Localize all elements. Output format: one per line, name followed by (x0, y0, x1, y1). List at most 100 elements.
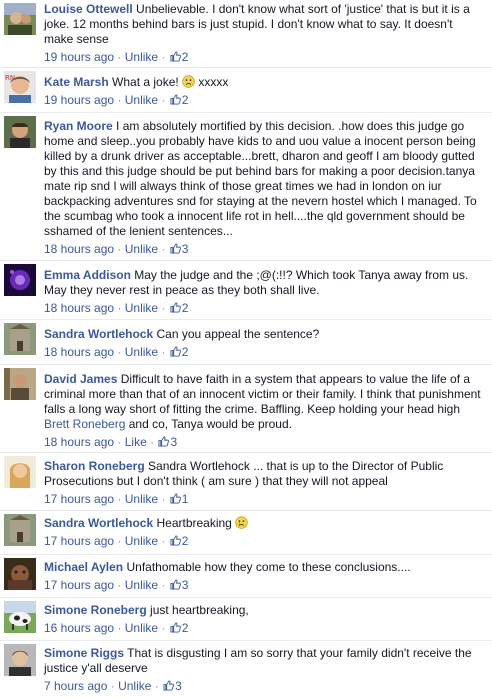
like-count[interactable]: 3 (169, 578, 188, 592)
comment-author[interactable]: Simone Riggs (44, 646, 124, 660)
like-count[interactable]: 3 (157, 435, 177, 449)
thumbs-up-icon (158, 436, 170, 447)
comment-content: Kate Marsh What a joke! xxxxx 19 hours a… (44, 75, 484, 108)
avatar[interactable] (4, 116, 36, 148)
avatar[interactable]: RN (4, 71, 36, 103)
unlike-button[interactable]: Unlike (125, 492, 158, 506)
comment-author[interactable]: Sandra Wortlehock (44, 516, 153, 530)
timestamp-link[interactable]: 19 hours ago (44, 93, 114, 107)
comment-meta: 17 hours ago · Unlike · 3 (44, 578, 189, 592)
thumbs-up-icon (170, 579, 181, 590)
like-count[interactable]: 2 (169, 301, 188, 315)
comment-meta: 18 hours ago · Unlike · 3 (44, 242, 189, 256)
unlike-button[interactable]: Unlike (125, 621, 158, 635)
comment-text-after: and co, Tanya would be proud. (128, 417, 292, 431)
comment-content: Sandra Wortlehock Heartbreaking 17 hours… (44, 516, 484, 549)
comment-content: Michael Aylen Unfathomable how they come… (44, 560, 484, 593)
comment-item: Louise Ottewell Unbelievable. I don't kn… (0, 0, 492, 68)
unlike-button[interactable]: Unlike (125, 534, 158, 548)
avatar[interactable] (4, 368, 36, 400)
avatar[interactable] (4, 264, 36, 296)
comment-author[interactable]: Simone Roneberg (44, 603, 147, 617)
comment-text: Heartbreaking (156, 516, 232, 530)
unlike-button[interactable]: Unlike (125, 345, 158, 359)
timestamp-link[interactable]: 19 hours ago (44, 50, 114, 64)
comment-author[interactable]: Kate Marsh (44, 75, 109, 89)
like-count[interactable]: 2 (169, 621, 188, 635)
comment-item: Simone Riggs That is disgusting I am so … (0, 641, 492, 698)
comment-author[interactable]: Michael Aylen (44, 560, 123, 574)
thumbs-up-icon (170, 493, 181, 504)
comment-content: Sandra Wortlehock Can you appeal the sen… (44, 327, 484, 360)
thumbs-up-icon (170, 346, 181, 357)
comment-author[interactable]: David James (44, 372, 117, 386)
like-count[interactable]: 3 (162, 679, 182, 693)
unlike-button[interactable]: Unlike (125, 93, 158, 107)
comment-item: RN Kate Marsh What a joke! xxxxx 19 hour… (0, 68, 492, 113)
thumbs-up-icon (170, 94, 181, 105)
timestamp-link[interactable]: 7 hours ago (44, 679, 107, 693)
comment-item: Sandra Wortlehock Can you appeal the sen… (0, 320, 492, 365)
avatar[interactable] (4, 323, 36, 355)
thumbs-up-icon (163, 680, 175, 691)
like-count[interactable]: 2 (169, 93, 188, 107)
avatar[interactable] (4, 456, 36, 488)
thumbs-up-icon (170, 622, 181, 633)
like-count[interactable]: 1 (169, 492, 188, 506)
comment-item: Michael Aylen Unfathomable how they come… (0, 555, 492, 598)
comment-meta: 16 hours ago · Unlike · 2 (44, 621, 189, 635)
comment-meta: 18 hours ago · Like · 3 (44, 435, 178, 449)
comment-item: Simone Roneberg just heartbreaking, 16 h… (0, 598, 492, 641)
comment-meta: 18 hours ago · Unlike · 2 (44, 345, 189, 359)
avatar[interactable] (4, 558, 36, 590)
comment-item: Emma Addison May the judge and the ;@(:!… (0, 261, 492, 320)
unlike-button[interactable]: Unlike (125, 301, 158, 315)
comment-author[interactable]: Sandra Wortlehock (44, 327, 153, 341)
like-count[interactable]: 2 (169, 345, 188, 359)
timestamp-link[interactable]: 17 hours ago (44, 578, 114, 592)
comment-meta: 17 hours ago · Unlike · 2 (44, 534, 189, 548)
avatar[interactable] (4, 601, 36, 633)
comment-content: Ryan Moore I am absolutely mortified by … (44, 119, 484, 257)
timestamp-link[interactable]: 18 hours ago (44, 345, 114, 359)
frown-emoticon-icon (182, 75, 195, 88)
comment-content: Emma Addison May the judge and the ;@(:!… (44, 268, 484, 316)
comment-item: David James Difficult to have faith in a… (0, 365, 492, 453)
comment-text: Unfathomable how they come to these conc… (126, 560, 411, 574)
like-count[interactable]: 2 (169, 50, 188, 64)
unlike-button[interactable]: Unlike (118, 679, 151, 693)
like-count[interactable]: 2 (169, 534, 188, 548)
timestamp-link[interactable]: 18 hours ago (44, 242, 114, 256)
avatar[interactable] (4, 3, 36, 35)
comment-text: I am absolutely mortified by this decisi… (44, 119, 477, 238)
comment-author[interactable]: Louise Ottewell (44, 2, 133, 16)
comment-meta: 19 hours ago · Unlike · 2 (44, 93, 189, 107)
crying-emoticon-icon (235, 516, 248, 529)
timestamp-link[interactable]: 17 hours ago (44, 534, 114, 548)
comment-author[interactable]: Sharon Roneberg (44, 459, 145, 473)
timestamp-link[interactable]: 18 hours ago (44, 435, 114, 449)
like-button[interactable]: Like (125, 435, 147, 449)
unlike-button[interactable]: Unlike (125, 242, 158, 256)
unlike-button[interactable]: Unlike (125, 578, 158, 592)
comment-content: Sharon Roneberg Sandra Wortlehock ... th… (44, 459, 484, 507)
comment-text-after: xxxxx (198, 75, 229, 89)
comment-text: just heartbreaking, (150, 603, 249, 617)
mention-link[interactable]: Brett Roneberg (44, 417, 125, 431)
like-count[interactable]: 3 (169, 242, 188, 256)
svg-text:RN: RN (5, 74, 15, 82)
comment-author[interactable]: Emma Addison (44, 268, 131, 282)
comment-content: Louise Ottewell Unbelievable. I don't kn… (44, 2, 484, 65)
avatar[interactable] (4, 644, 36, 676)
timestamp-link[interactable]: 17 hours ago (44, 492, 114, 506)
thumbs-up-icon (170, 243, 181, 254)
comment-meta: 19 hours ago · Unlike · 2 (44, 50, 189, 64)
comment-text: Can you appeal the sentence? (156, 327, 320, 341)
timestamp-link[interactable]: 16 hours ago (44, 621, 114, 635)
timestamp-link[interactable]: 18 hours ago (44, 301, 114, 315)
unlike-button[interactable]: Unlike (125, 50, 158, 64)
comment-content: Simone Roneberg just heartbreaking, 16 h… (44, 603, 484, 636)
comment-item: Sharon Roneberg Sandra Wortlehock ... th… (0, 453, 492, 511)
comment-author[interactable]: Ryan Moore (44, 119, 113, 133)
avatar[interactable] (4, 514, 36, 546)
